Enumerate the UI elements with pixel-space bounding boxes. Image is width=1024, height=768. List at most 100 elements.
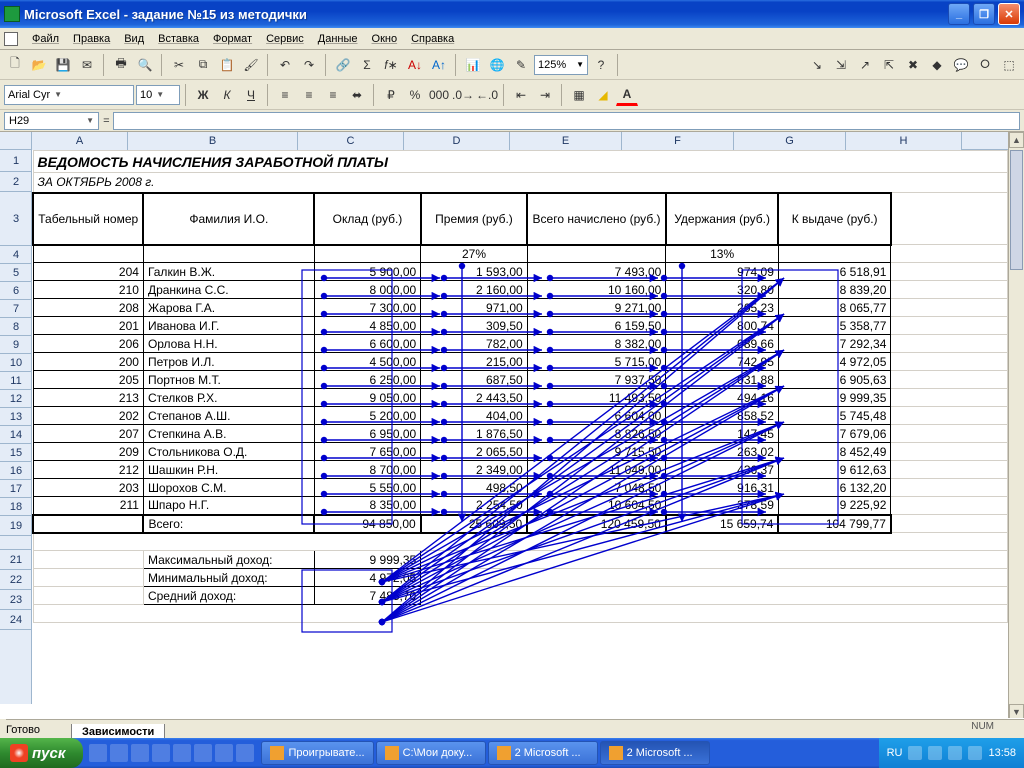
copy-icon[interactable]: ⧉ bbox=[192, 54, 214, 76]
open-icon[interactable]: 📂 bbox=[28, 54, 50, 76]
column-header[interactable]: F bbox=[622, 132, 734, 150]
row-header[interactable]: 6 bbox=[0, 282, 32, 300]
paste-icon[interactable]: 📋 bbox=[216, 54, 238, 76]
print-preview-icon[interactable]: 🔍 bbox=[134, 54, 156, 76]
column-header[interactable]: A bbox=[32, 132, 128, 150]
help-icon[interactable]: ? bbox=[590, 54, 612, 76]
trace-error-icon[interactable]: ◆ bbox=[926, 54, 948, 76]
menu-file[interactable]: Файл bbox=[26, 31, 65, 47]
function-icon[interactable]: f∗ bbox=[380, 54, 402, 76]
column-header[interactable]: E bbox=[510, 132, 622, 150]
remove-arrows-icon[interactable]: ✖ bbox=[902, 54, 924, 76]
comma-icon[interactable]: 000 bbox=[428, 84, 450, 106]
remove-dependents-icon[interactable]: ⇱ bbox=[878, 54, 900, 76]
chart-wizard-icon[interactable]: 📊 bbox=[462, 54, 484, 76]
row-header[interactable]: 12 bbox=[0, 390, 32, 408]
column-header[interactable]: C bbox=[298, 132, 404, 150]
row-header[interactable]: 21 bbox=[0, 550, 32, 570]
row-header[interactable]: 13 bbox=[0, 408, 32, 426]
cut-icon[interactable]: ✂ bbox=[168, 54, 190, 76]
taskbar-item[interactable]: Проигрывате... bbox=[261, 741, 373, 765]
menu-tools[interactable]: Сервис bbox=[260, 31, 310, 47]
scroll-thumb[interactable] bbox=[1010, 150, 1023, 270]
menu-data[interactable]: Данные bbox=[312, 31, 364, 47]
map-icon[interactable]: 🌐 bbox=[486, 54, 508, 76]
row-header[interactable]: 15 bbox=[0, 444, 32, 462]
redo-icon[interactable]: ↷ bbox=[298, 54, 320, 76]
format-painter-icon[interactable]: 🖌 bbox=[240, 54, 262, 76]
tray-icon[interactable] bbox=[968, 746, 982, 760]
underline-icon[interactable]: Ч bbox=[240, 84, 262, 106]
row-header[interactable]: 7 bbox=[0, 300, 32, 318]
currency-icon[interactable]: ₽ bbox=[380, 84, 402, 106]
mail-icon[interactable]: ✉ bbox=[76, 54, 98, 76]
row-header[interactable]: 18 bbox=[0, 498, 32, 516]
merge-center-icon[interactable]: ⬌ bbox=[346, 84, 368, 106]
ql-icon[interactable] bbox=[152, 744, 170, 762]
ql-icon[interactable] bbox=[215, 744, 233, 762]
taskbar-item[interactable]: C:\Мои доку... bbox=[376, 741, 486, 765]
row-header[interactable]: 3 bbox=[0, 192, 32, 246]
column-header[interactable]: B bbox=[128, 132, 298, 150]
menu-edit[interactable]: Правка bbox=[67, 31, 116, 47]
taskbar-clock[interactable]: 13:58 bbox=[988, 747, 1016, 759]
undo-icon[interactable]: ↶ bbox=[274, 54, 296, 76]
row-header[interactable]: 19 bbox=[0, 516, 32, 536]
new-icon[interactable]: 🗋 bbox=[4, 54, 26, 76]
ql-icon[interactable] bbox=[194, 744, 212, 762]
new-comment-icon[interactable]: 💬 bbox=[950, 54, 972, 76]
font-select[interactable]: Arial Cyr▼ bbox=[4, 85, 134, 105]
row-header[interactable]: 9 bbox=[0, 336, 32, 354]
menu-format[interactable]: Формат bbox=[207, 31, 258, 47]
trace-precedents-icon[interactable]: ↘ bbox=[806, 54, 828, 76]
ql-icon[interactable] bbox=[110, 744, 128, 762]
row-header[interactable]: 23 bbox=[0, 590, 32, 610]
row-header[interactable]: 16 bbox=[0, 462, 32, 480]
ql-icon[interactable] bbox=[89, 744, 107, 762]
percent-icon[interactable]: % bbox=[404, 84, 426, 106]
row-header[interactable]: 24 bbox=[0, 610, 32, 630]
align-left-icon[interactable]: ≡ bbox=[274, 84, 296, 106]
row-header[interactable]: 14 bbox=[0, 426, 32, 444]
drawing-icon[interactable]: ✎ bbox=[510, 54, 532, 76]
font-size-select[interactable]: 10▼ bbox=[136, 85, 180, 105]
hyperlink-icon[interactable]: 🔗 bbox=[332, 54, 354, 76]
close-button[interactable]: ✕ bbox=[998, 3, 1020, 25]
save-icon[interactable]: 💾 bbox=[52, 54, 74, 76]
font-color-icon[interactable]: A bbox=[616, 84, 638, 106]
row-header[interactable]: 22 bbox=[0, 570, 32, 590]
bold-icon[interactable]: Ж bbox=[192, 84, 214, 106]
start-button[interactable]: пуск bbox=[0, 738, 83, 768]
increase-decimal-icon[interactable]: .0→ bbox=[452, 84, 474, 106]
clear-circles-icon[interactable]: ⬚ bbox=[998, 54, 1020, 76]
row-header[interactable]: 1 bbox=[0, 150, 32, 172]
fill-color-icon[interactable]: ◢ bbox=[592, 84, 614, 106]
row-header[interactable]: 17 bbox=[0, 480, 32, 498]
minimize-button[interactable]: _ bbox=[948, 3, 970, 25]
formula-input[interactable] bbox=[113, 112, 1020, 130]
taskbar-item[interactable]: 2 Microsoft ... bbox=[600, 741, 710, 765]
row-header[interactable] bbox=[0, 536, 32, 550]
menu-view[interactable]: Вид bbox=[118, 31, 150, 47]
remove-precedents-icon[interactable]: ⇲ bbox=[830, 54, 852, 76]
column-header[interactable]: D bbox=[404, 132, 510, 150]
vertical-scrollbar[interactable]: ▲ ▼ bbox=[1008, 132, 1024, 720]
ql-icon[interactable] bbox=[173, 744, 191, 762]
ql-icon[interactable] bbox=[236, 744, 254, 762]
trace-dependents-icon[interactable]: ↗ bbox=[854, 54, 876, 76]
tray-icon[interactable] bbox=[908, 746, 922, 760]
column-header[interactable]: G bbox=[734, 132, 846, 150]
autosum-icon[interactable]: Σ bbox=[356, 54, 378, 76]
circle-invalid-icon[interactable]: ⭘ bbox=[974, 54, 996, 76]
menu-window[interactable]: Окно bbox=[366, 31, 404, 47]
increase-indent-icon[interactable]: ⇥ bbox=[534, 84, 556, 106]
column-header[interactable]: H bbox=[846, 132, 962, 150]
borders-icon[interactable]: ▦ bbox=[568, 84, 590, 106]
sort-asc-icon[interactable]: A↓ bbox=[404, 54, 426, 76]
name-box[interactable]: H29▼ bbox=[4, 112, 99, 130]
ql-icon[interactable] bbox=[131, 744, 149, 762]
row-header[interactable]: 2 bbox=[0, 172, 32, 192]
decrease-decimal-icon[interactable]: ←.0 bbox=[476, 84, 498, 106]
sort-desc-icon[interactable]: A↑ bbox=[428, 54, 450, 76]
row-header[interactable]: 10 bbox=[0, 354, 32, 372]
